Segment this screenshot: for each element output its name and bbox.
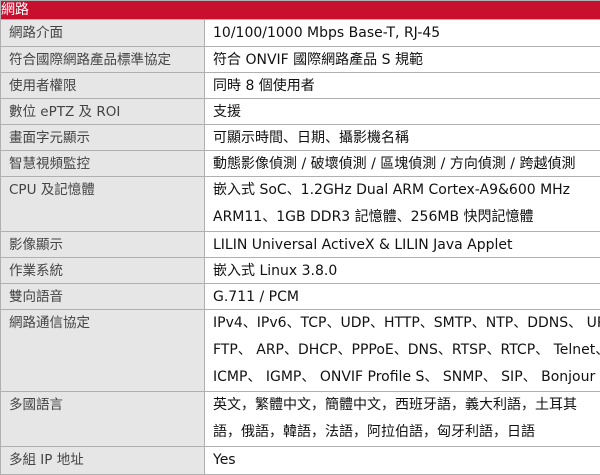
spec-value-line: 英文，繁體中文，簡體中文，西班牙語，義大利語，土耳其 [213,392,600,419]
spec-value: 符合 ONVIF 國際網路產品 S 規範 [205,47,600,73]
spec-value-line: G.711 / PCM [213,287,600,307]
spec-label: 多組 IP 地址 [1,447,205,475]
section-title: 網路 [1,1,600,20]
spec-label: 畫面字元顯示 [1,125,205,151]
spec-row: 影像顯示 LILIN Universal ActiveX & LILIN Java… [1,232,600,258]
spec-value: 10/100/1000 Mbps Base-T, RJ-45 [205,20,600,47]
spec-value: Yes [205,447,600,475]
spec-value: 動態影像偵測 / 破壞偵測 / 區塊偵測 / 方向偵測 / 跨越偵測 [205,151,600,177]
spec-row: 作業系統嵌入式 Linux 3.8.0 [1,258,600,284]
spec-value-line: 10/100/1000 Mbps Base-T, RJ-45 [213,23,600,43]
spec-value-line: LILIN Universal ActiveX & LILIN Java App… [213,235,600,255]
spec-value: 支援 [205,99,600,125]
spec-value-line: 嵌入式 Linux 3.8.0 [213,261,600,281]
spec-row: 使用者權限同時 8 個使用者 [1,73,600,99]
spec-row: 數位 ePTZ 及 ROI 支援 [1,99,600,125]
spec-row: 多組 IP 地址 Yes [1,447,600,475]
spec-label: 智慧視頻監控 [1,151,205,177]
spec-value-line: IPv4、IPv6、TCP、UDP、HTTP、SMTP、NTP、DDNS、 UP… [213,310,600,337]
spec-label: 多國語言 [1,392,205,447]
spec-row: 智慧視頻監控動態影像偵測 / 破壞偵測 / 區塊偵測 / 方向偵測 / 跨越偵測 [1,151,600,177]
spec-value-line: 符合 ONVIF 國際網路產品 S 規範 [213,50,600,70]
spec-value: 可顯示時間、日期、攝影機名稱 [205,125,600,151]
spec-row: 多國語言英文，繁體中文，簡體中文，西班牙語，義大利語，土耳其語，俄語，韓語，法語… [1,392,600,447]
spec-value-line: 語，俄語，韓語，法語，阿拉伯語，匈牙利語，日語 [213,419,600,446]
spec-label: 作業系統 [1,258,205,284]
spec-value-line: 支援 [213,102,600,122]
spec-row: 雙向語音 G.711 / PCM [1,284,600,310]
spec-label: 數位 ePTZ 及 ROI [1,99,205,125]
spec-row: 網路通信協定 IPv4、IPv6、TCP、UDP、HTTP、SMTP、NTP、DD… [1,310,600,392]
spec-label: 使用者權限 [1,73,205,99]
spec-value: LILIN Universal ActiveX & LILIN Java App… [205,232,600,258]
spec-value: 嵌入式 SoC、1.2GHz Dual ARM Cortex-A9&600 MH… [205,177,600,232]
spec-label: 影像顯示 [1,232,205,258]
section-header-row: 網路 [1,1,600,20]
spec-label: 網路介面 [1,20,205,47]
spec-value-line: 動態影像偵測 / 破壞偵測 / 區塊偵測 / 方向偵測 / 跨越偵測 [213,154,600,174]
spec-row: CPU 及記憶體嵌入式 SoC、1.2GHz Dual ARM Cortex-A… [1,177,600,232]
spec-row: 符合國際網路產品標準協定符合 ONVIF 國際網路產品 S 規範 [1,47,600,73]
spec-value-line: Yes [213,450,600,470]
spec-value-line: 同時 8 個使用者 [213,76,600,96]
spec-value-line: FTP、 ARP、DHCP、PPPoE、DNS、RTSP、RTCP、 Telne… [213,337,600,364]
spec-value: G.711 / PCM [205,284,600,310]
spec-row: 網路介面 10/100/1000 Mbps Base-T, RJ-45 [1,20,600,47]
spec-value: IPv4、IPv6、TCP、UDP、HTTP、SMTP、NTP、DDNS、 UP… [205,310,600,392]
spec-label: 符合國際網路產品標準協定 [1,47,205,73]
spec-value-line: ICMP、 IGMP、 ONVIF Profile S、 SNMP、 SIP、 … [213,364,600,391]
spec-row: 畫面字元顯示可顯示時間、日期、攝影機名稱 [1,125,600,151]
spec-value-line: 可顯示時間、日期、攝影機名稱 [213,128,600,148]
spec-value-line: 嵌入式 SoC、1.2GHz Dual ARM Cortex-A9&600 MH… [213,177,600,204]
spec-value-line: ARM11、1GB DDR3 記憶體、256MB 快閃記憶體 [213,204,600,231]
spec-value: 同時 8 個使用者 [205,73,600,99]
spec-value: 英文，繁體中文，簡體中文，西班牙語，義大利語，土耳其語，俄語，韓語，法語，阿拉伯… [205,392,600,447]
spec-label: CPU 及記憶體 [1,177,205,232]
network-spec-table: 網路 網路介面 10/100/1000 Mbps Base-T, RJ-45 符合國… [0,0,600,475]
spec-label: 網路通信協定 [1,310,205,392]
spec-value: 嵌入式 Linux 3.8.0 [205,258,600,284]
spec-label: 雙向語音 [1,284,205,310]
